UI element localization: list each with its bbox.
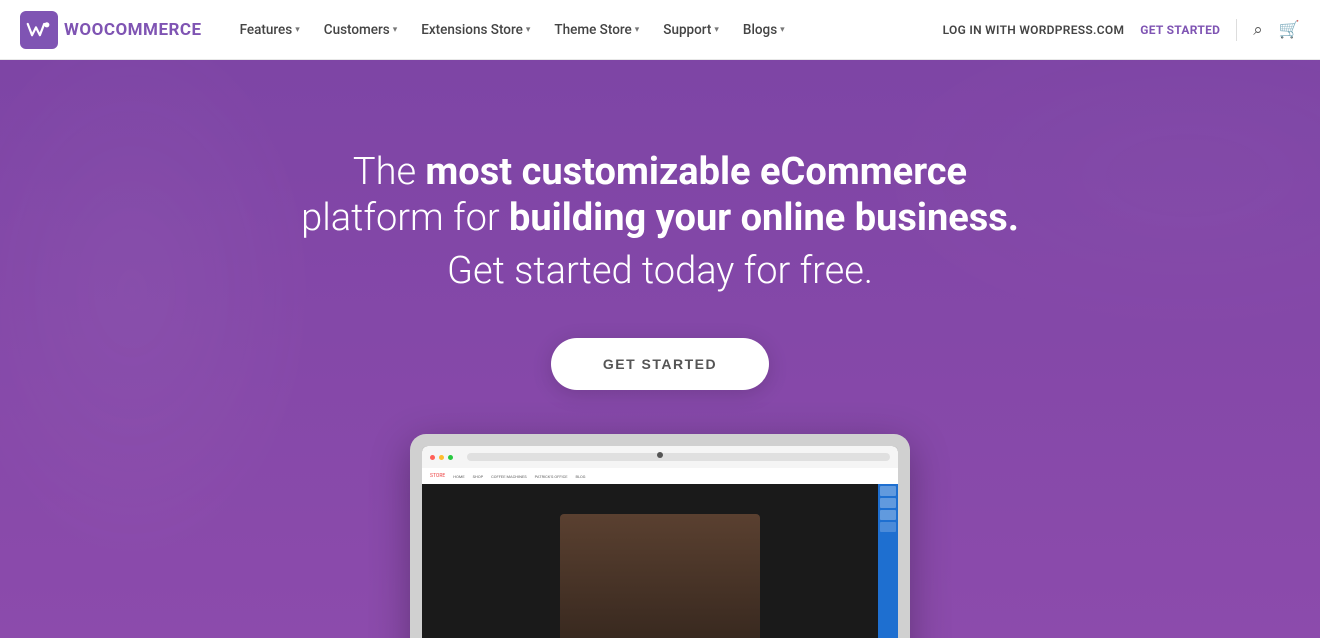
nav-item-support[interactable]: Support ▾ (653, 16, 729, 44)
hero-content: The most customizable eCommerce platform… (301, 60, 1019, 390)
browser-dot-red (430, 455, 435, 460)
browser-dot-green (448, 455, 453, 460)
nav-divider (1236, 19, 1237, 41)
nav-item-blogs[interactable]: Blogs ▾ (733, 16, 795, 44)
mock-sidebar-item (880, 510, 896, 520)
hero-get-started-button[interactable]: GET STARTED (551, 338, 769, 390)
logo-link[interactable]: WOOCOMMERCE (20, 11, 202, 49)
hero-headline-line2: platform for building your online busine… (301, 196, 1019, 242)
mock-sidebar-item (880, 486, 896, 496)
nav-right: LOG IN WITH WORDPRESS.COM GET STARTED ⌕ … (943, 19, 1300, 41)
mock-sidebar-item (880, 498, 896, 508)
laptop-device: STORE HOME SHOP COFFEE MACHINES PATRICK'… (410, 434, 910, 638)
hero-headline-line1: The most customizable eCommerce (301, 150, 1019, 196)
logo-text: WOOCOMMERCE (64, 20, 202, 40)
laptop-camera (657, 452, 663, 458)
laptop-screen-bezel: STORE HOME SHOP COFFEE MACHINES PATRICK'… (422, 446, 898, 638)
hero-section: The most customizable eCommerce platform… (0, 60, 1320, 638)
nav-item-theme[interactable]: Theme Store ▾ (544, 16, 649, 44)
chevron-down-icon: ▾ (526, 25, 531, 35)
browser-address-bar (467, 453, 890, 461)
cart-icon[interactable]: 🛒 (1279, 20, 1300, 40)
mock-site-hero (422, 484, 898, 638)
mock-logo: STORE (430, 473, 445, 479)
get-started-nav-button[interactable]: GET STARTED (1140, 23, 1220, 37)
logo-icon (20, 11, 58, 49)
chevron-down-icon: ▾ (393, 25, 398, 35)
chevron-down-icon: ▾ (295, 25, 300, 35)
navbar: WOOCOMMERCE Features ▾ Customers ▾ Exten… (0, 0, 1320, 60)
login-button[interactable]: LOG IN WITH WORDPRESS.COM (943, 23, 1125, 37)
hero-subheadline: Get started today for free. (301, 245, 1019, 298)
nav-item-features[interactable]: Features ▾ (230, 16, 310, 44)
mock-sidebar-panel (878, 484, 898, 638)
chevron-down-icon: ▾ (635, 25, 640, 35)
mock-site-nav: STORE HOME SHOP COFFEE MACHINES PATRICK'… (422, 468, 898, 484)
laptop-outer-frame: STORE HOME SHOP COFFEE MACHINES PATRICK'… (410, 434, 910, 638)
chevron-down-icon: ▾ (714, 25, 719, 35)
mock-portrait (560, 514, 760, 638)
chevron-down-icon: ▾ (780, 25, 785, 35)
nav-item-extensions[interactable]: Extensions Store ▾ (411, 16, 540, 44)
laptop-mockup: STORE HOME SHOP COFFEE MACHINES PATRICK'… (410, 434, 910, 638)
browser-dot-yellow (439, 455, 444, 460)
nav-menu: Features ▾ Customers ▾ Extensions Store … (230, 16, 943, 44)
search-icon[interactable]: ⌕ (1253, 20, 1263, 40)
mock-sidebar-item (880, 522, 896, 532)
nav-item-customers[interactable]: Customers ▾ (314, 16, 408, 44)
